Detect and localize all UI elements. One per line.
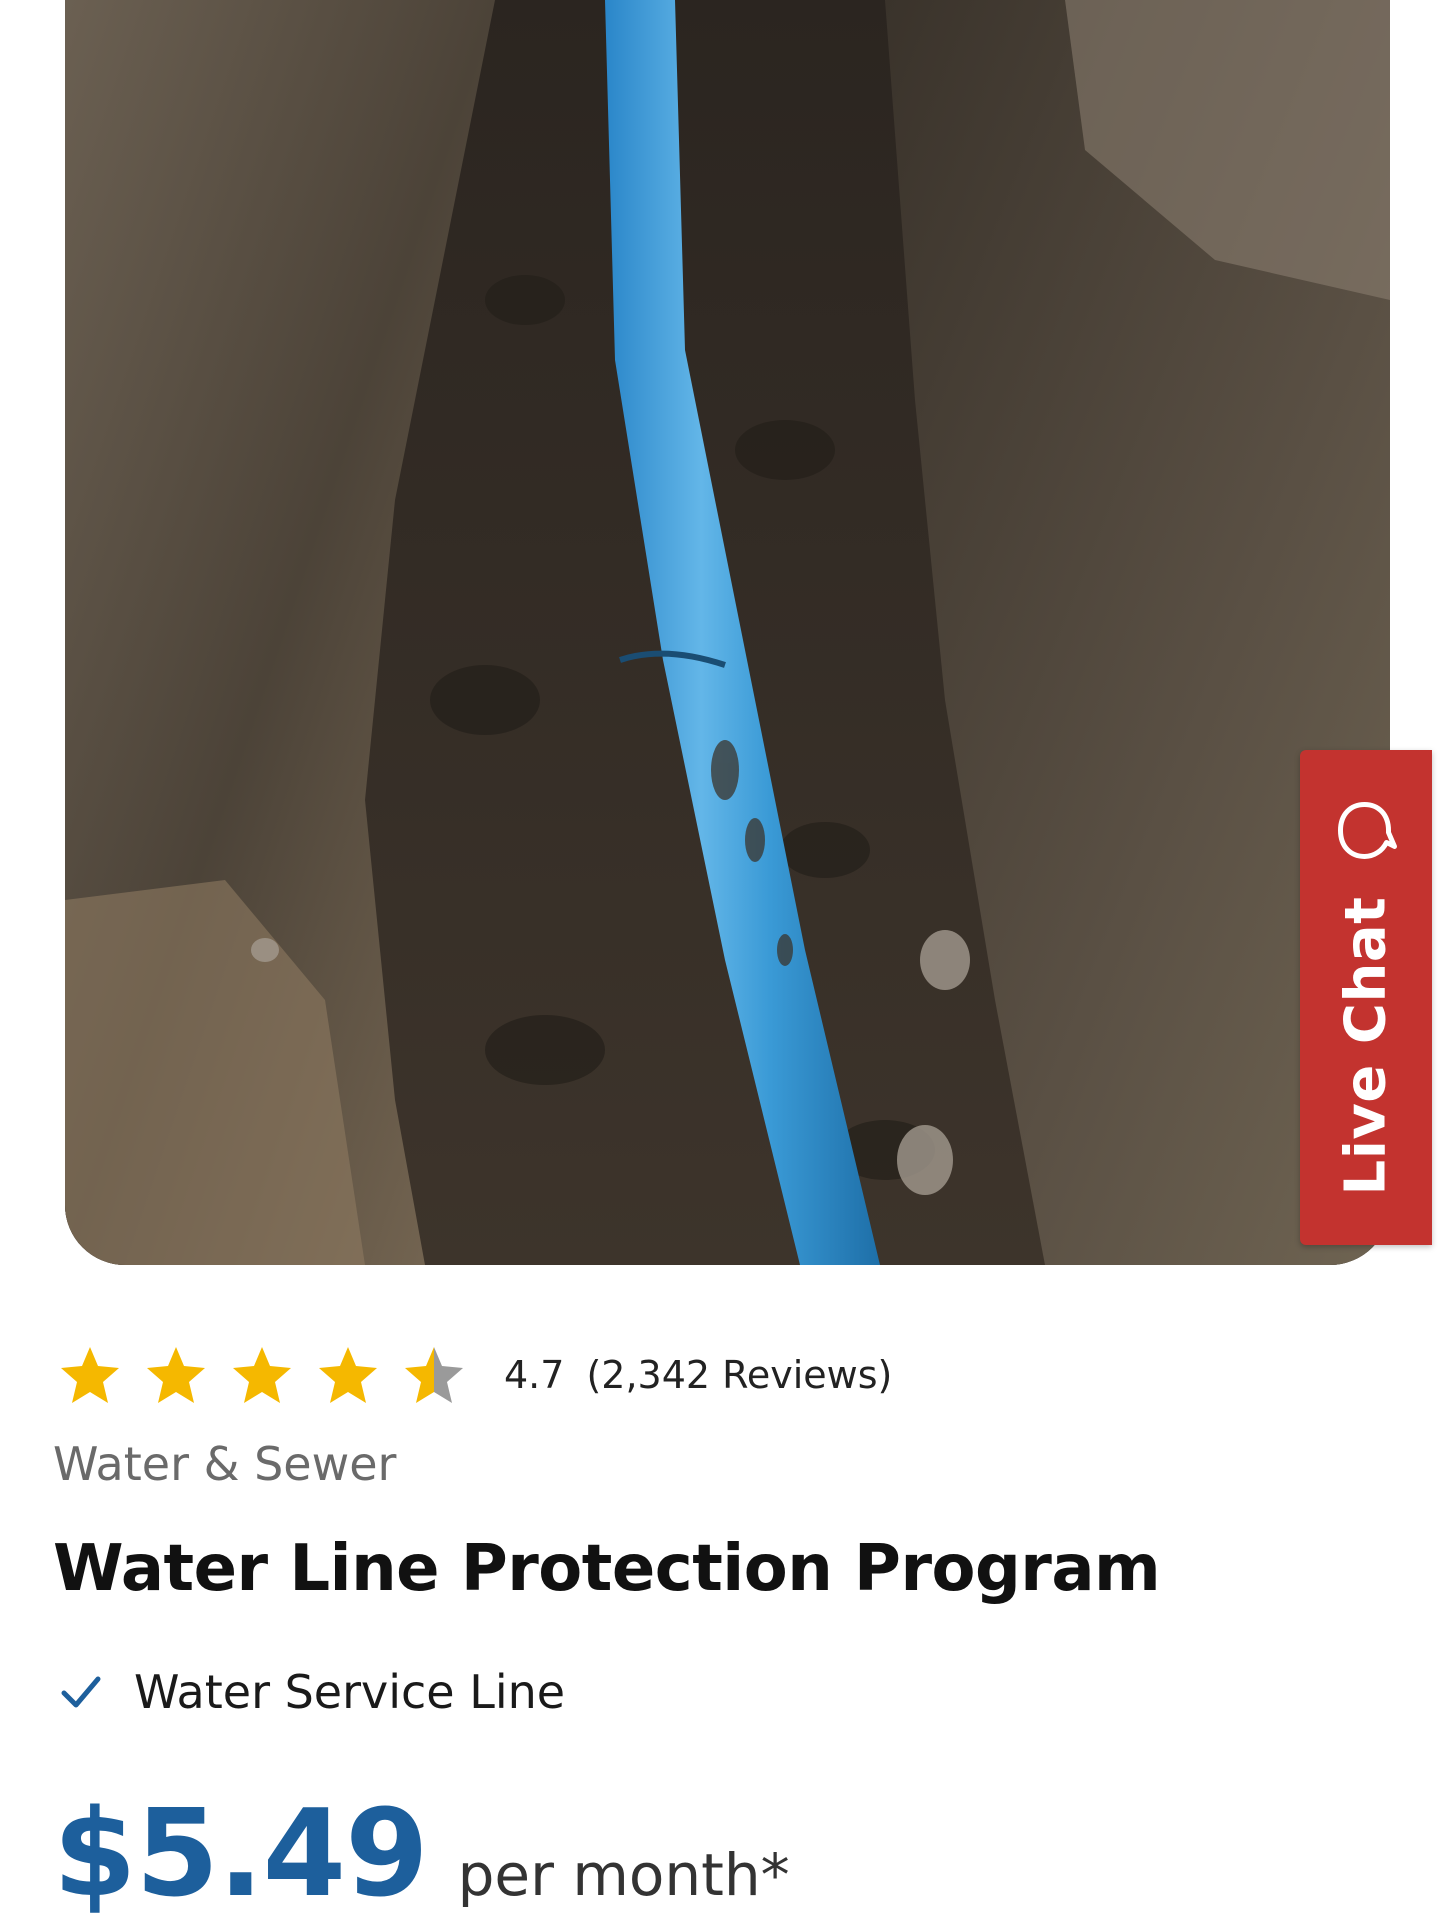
product-page: Live Chat 4.7 (2,342 Reviews) Water & Se… [0,0,1440,1920]
feature-item: Water Service Line [58,1665,565,1719]
star-icon [402,1343,466,1407]
product-category: Water & Sewer [53,1437,397,1491]
rating-stars [58,1343,466,1407]
rating-value: 4.7 [504,1353,565,1397]
price-suffix: per month* [457,1841,790,1909]
price: $5.49 [53,1785,429,1920]
review-count-link[interactable]: (2,342 Reviews) [586,1353,892,1397]
live-chat-tab[interactable]: Live Chat [1300,750,1432,1245]
check-icon [58,1669,104,1715]
star-icon [230,1343,294,1407]
feature-label: Water Service Line [134,1665,566,1719]
star-icon [58,1343,122,1407]
product-image [65,0,1390,1265]
star-icon [144,1343,208,1407]
chat-bubble-icon [1334,799,1398,863]
product-title: Water Line Protection Program [53,1532,1161,1606]
rating-row: 4.7 (2,342 Reviews) [58,1340,892,1410]
price-row: $5.49 per month* [53,1795,790,1915]
live-chat-label: Live Chat [1333,896,1399,1196]
star-icon [316,1343,380,1407]
